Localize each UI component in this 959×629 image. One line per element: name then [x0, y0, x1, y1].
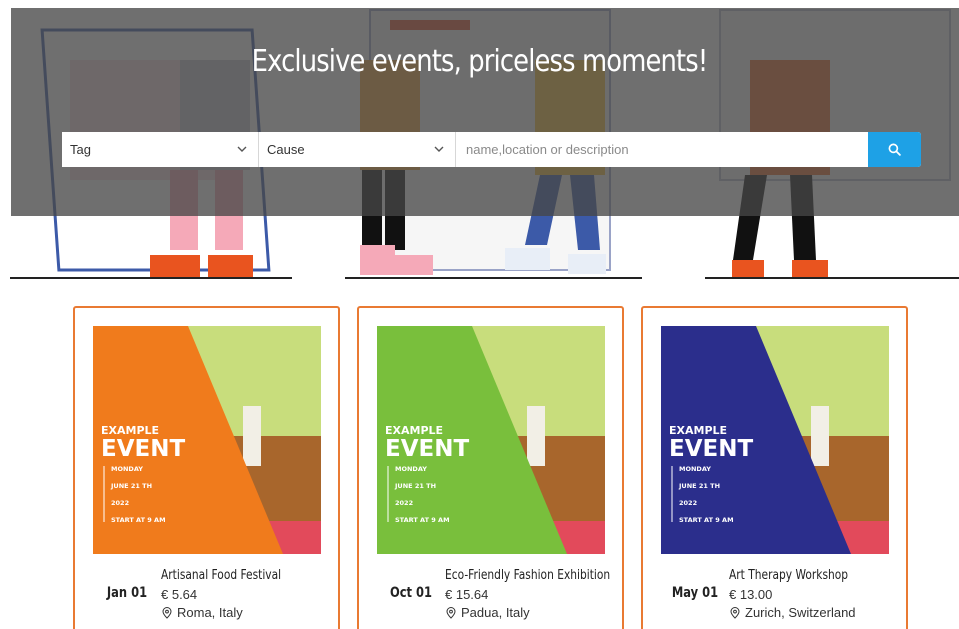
location-pin-icon — [162, 606, 172, 619]
search-button[interactable] — [868, 132, 921, 167]
chevron-down-icon — [237, 146, 247, 152]
event-location-text: Padua, Italy — [461, 605, 530, 620]
poster-year: 2022 — [395, 499, 413, 507]
poster-start: START AT 9 AM — [679, 516, 734, 524]
search-bar: Tag Cause — [62, 132, 921, 167]
poster-line2: EVENT — [101, 436, 185, 462]
cause-select-label: Cause — [267, 142, 305, 157]
event-location: Zurich, Switzerland — [729, 605, 856, 620]
poster-day: MONDAY — [395, 465, 427, 473]
location-pin-icon — [730, 606, 740, 619]
poster-date: JUNE 21 TH — [110, 482, 152, 490]
event-title[interactable]: Artisanal Food Festival — [161, 568, 281, 583]
search-input[interactable] — [456, 132, 868, 167]
poster-start: START AT 9 AM — [395, 516, 450, 524]
chevron-down-icon — [434, 146, 444, 152]
poster-line2: EVENT — [669, 436, 753, 462]
poster-year: 2022 — [111, 499, 129, 507]
event-date: Oct 01 — [389, 585, 433, 601]
tag-select-label: Tag — [70, 142, 91, 157]
hero-banner: Exclusive events, priceless moments! Tag… — [0, 0, 959, 285]
event-poster-image: EXAMPLE EVENT MONDAY JUNE 21 TH 2022 STA… — [377, 326, 605, 554]
hero-overlay — [11, 8, 959, 216]
event-price: € 13.00 — [729, 587, 773, 602]
poster-start: START AT 9 AM — [111, 516, 166, 524]
event-location-text: Roma, Italy — [177, 605, 243, 620]
event-date: May 01 — [671, 585, 719, 601]
poster-day: MONDAY — [111, 465, 143, 473]
poster-day: MONDAY — [679, 465, 711, 473]
location-pin-icon — [446, 606, 456, 619]
event-card[interactable]: EXAMPLE EVENT MONDAY JUNE 21 TH 2022 STA… — [73, 306, 340, 629]
event-card[interactable]: EXAMPLE EVENT MONDAY JUNE 21 TH 2022 STA… — [357, 306, 624, 629]
event-card[interactable]: EXAMPLE EVENT MONDAY JUNE 21 TH 2022 STA… — [641, 306, 908, 629]
cause-select[interactable]: Cause — [259, 132, 456, 167]
tag-select[interactable]: Tag — [62, 132, 259, 167]
event-date: Jan 01 — [106, 585, 148, 601]
poster-date: JUNE 21 TH — [394, 482, 436, 490]
hero-title: Exclusive events, priceless moments! — [251, 44, 709, 79]
event-location-text: Zurich, Switzerland — [745, 605, 856, 620]
event-location: Roma, Italy — [161, 605, 243, 620]
poster-year: 2022 — [679, 499, 697, 507]
event-poster-image: EXAMPLE EVENT MONDAY JUNE 21 TH 2022 STA… — [93, 326, 321, 554]
poster-line2: EVENT — [385, 436, 469, 462]
event-title[interactable]: Eco-Friendly Fashion Exhibition — [445, 568, 610, 583]
event-title[interactable]: Art Therapy Workshop — [729, 568, 848, 583]
event-poster-image: EXAMPLE EVENT MONDAY JUNE 21 TH 2022 STA… — [661, 326, 889, 554]
search-icon — [888, 143, 901, 156]
poster-date: JUNE 21 TH — [678, 482, 720, 490]
event-price: € 15.64 — [445, 587, 489, 602]
event-price: € 5.64 — [161, 587, 198, 602]
event-location: Padua, Italy — [445, 605, 530, 620]
